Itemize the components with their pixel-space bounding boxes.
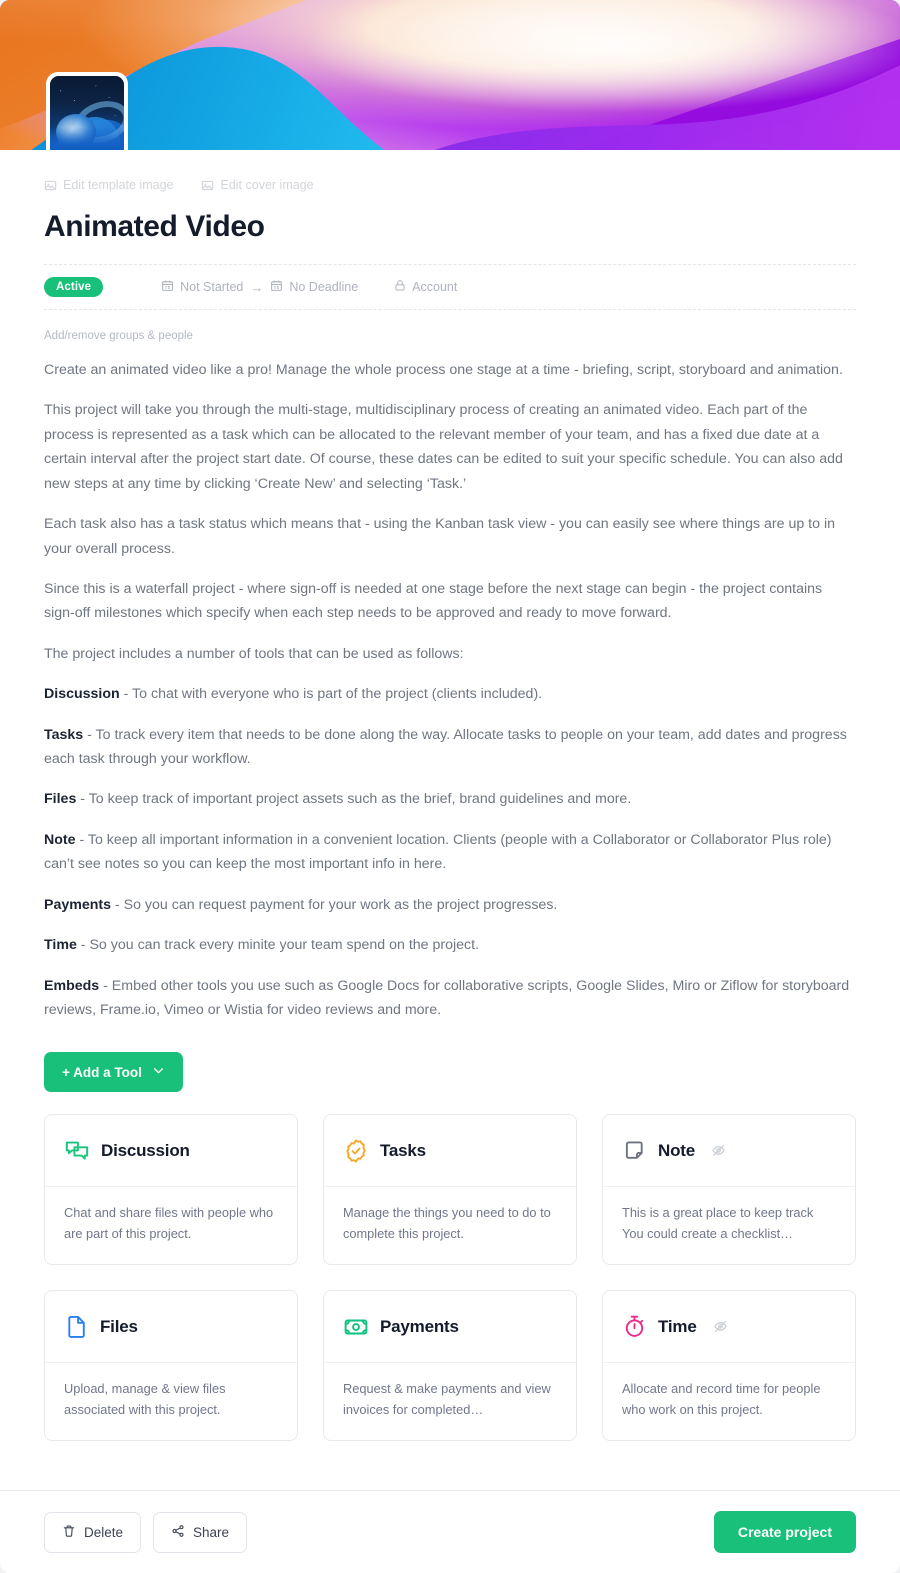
tool-card-header: Files: [45, 1291, 297, 1364]
add-a-tool-label: + Add a Tool: [62, 1064, 142, 1080]
share-button[interactable]: Share: [153, 1511, 248, 1553]
description-paragraph: Discussion - To chat with everyone who i…: [44, 686, 543, 703]
thumb-bottom-fade: [50, 126, 124, 150]
check-badge-icon: [343, 1138, 369, 1164]
sticky-note-icon: [622, 1138, 647, 1163]
chat-bubbles-icon: [64, 1138, 90, 1164]
lock-icon: [394, 279, 406, 295]
date-range-group[interactable]: Not Started → No Deadline: [161, 279, 358, 295]
paragraph-lead: Payments: [44, 896, 112, 913]
start-date-item[interactable]: Not Started: [161, 279, 243, 295]
edit-cover-image-link[interactable]: Edit cover image: [201, 178, 314, 192]
deadline-label: No Deadline: [289, 280, 359, 294]
add-a-tool-button[interactable]: + Add a Tool: [44, 1052, 183, 1093]
description-paragraph: Payments - So you can request payment fo…: [44, 896, 558, 913]
banknote-icon: [343, 1314, 369, 1340]
tool-cards-grid: Discussion Chat and share files with peop…: [44, 1114, 856, 1442]
description-paragraph: This project will take you through the m…: [44, 402, 843, 492]
page-title: Animated Video: [44, 210, 265, 243]
deadline-item[interactable]: No Deadline: [270, 279, 358, 295]
eye-off-icon[interactable]: [713, 1319, 728, 1334]
tool-card[interactable]: Note This is a great place to keep track…: [602, 1114, 856, 1266]
cover-top-fade: [0, 0, 900, 150]
template-thumbnail-image: [50, 76, 124, 150]
chevron-down-icon: [152, 1064, 165, 1080]
eye-off-icon[interactable]: [711, 1143, 726, 1158]
description-paragraph: Note - To keep all important information…: [44, 831, 832, 873]
delete-button[interactable]: Delete: [44, 1511, 142, 1553]
project-description: Create an animated video like a pro! Man…: [44, 358, 856, 1022]
paragraph-lead: Note: [44, 831, 76, 848]
edit-template-image-link[interactable]: Edit template image: [44, 178, 173, 192]
paragraph-lead: Discussion: [44, 686, 120, 703]
paragraph-lead: Files: [44, 791, 77, 808]
share-nodes-icon: [171, 1524, 185, 1541]
tool-card-title: Time: [658, 1316, 697, 1336]
tool-card[interactable]: Time Allocate and record time for people…: [602, 1290, 856, 1442]
tool-card-title: Note: [658, 1140, 695, 1160]
tool-card-title: Tasks: [380, 1140, 426, 1160]
edit-cover-image-label: Edit cover image: [220, 178, 314, 192]
tool-card-header: Tasks: [324, 1115, 576, 1188]
share-label: Share: [193, 1524, 230, 1540]
tool-card-header: Note: [603, 1115, 855, 1188]
paragraph-lead: Tasks: [44, 726, 84, 743]
page-content: Edit template image Edit cover image Ani…: [0, 150, 900, 1490]
tool-card-description: Allocate and record time for people who …: [622, 1381, 821, 1417]
tool-card-description: Manage the things you need to do to comp…: [343, 1205, 551, 1241]
create-project-button[interactable]: Create project: [713, 1511, 856, 1553]
status-badge[interactable]: Active: [44, 277, 104, 297]
tool-card-description: Request & make payments and view invoice…: [343, 1381, 551, 1417]
tool-card-description: Chat and share files with people who are…: [64, 1205, 274, 1241]
description-paragraph: Embeds - Embed other tools you use such …: [44, 977, 850, 1019]
tool-card[interactable]: Files Upload, manage & view files associa…: [44, 1290, 298, 1442]
visibility-label: Account: [412, 280, 458, 294]
add-remove-groups-people-link[interactable]: Add/remove groups & people: [44, 330, 856, 342]
calendar-icon: [161, 279, 174, 295]
description-paragraph: Each task also has a task status which m…: [44, 516, 835, 557]
footer-action-bar: Delete Share Create project: [0, 1490, 900, 1573]
tool-card-header: Time: [603, 1291, 855, 1364]
tool-card-title: Files: [100, 1316, 138, 1336]
tool-card-description: Upload, manage & view files associated w…: [64, 1381, 226, 1417]
tool-card-description: This is a great place to keep track You …: [622, 1205, 814, 1241]
start-date-label: Not Started: [180, 280, 244, 294]
template-thumbnail[interactable]: [46, 72, 128, 150]
edit-image-links: Edit template image Edit cover image: [44, 150, 856, 192]
edit-template-image-label: Edit template image: [63, 178, 174, 192]
tool-card-header: Payments: [324, 1291, 576, 1364]
description-paragraph: Since this is a waterfall project - wher…: [44, 580, 823, 622]
trash-icon: [62, 1524, 76, 1541]
description-paragraph: The project includes a number of tools t…: [44, 645, 464, 662]
image-icon: [201, 179, 214, 192]
image-icon: [44, 179, 57, 192]
visibility-item[interactable]: Account: [394, 279, 457, 295]
visibility-group[interactable]: Account: [394, 279, 457, 295]
description-paragraph: Create an animated video like a pro! Man…: [44, 362, 843, 378]
paragraph-lead: Embeds: [44, 977, 100, 994]
project-meta-row: Active Not Started → No Deadline Account: [44, 264, 856, 310]
tool-card[interactable]: Tasks Manage the things you need to do to…: [323, 1114, 577, 1266]
tool-card[interactable]: Payments Request & make payments and view…: [323, 1290, 577, 1442]
description-paragraph: Time - So you can track every minite you…: [44, 937, 480, 954]
description-paragraph: Tasks - To track every item that needs t…: [44, 726, 847, 768]
tool-card-title: Discussion: [101, 1140, 190, 1160]
project-template-page: Edit template image Edit cover image Ani…: [0, 0, 900, 1573]
paragraph-lead: Time: [44, 937, 77, 954]
tool-card-header: Discussion: [45, 1115, 297, 1188]
stopwatch-icon: [622, 1314, 647, 1339]
tool-card-title: Payments: [380, 1316, 459, 1336]
document-icon: [64, 1314, 89, 1339]
delete-label: Delete: [84, 1524, 124, 1540]
tool-card[interactable]: Discussion Chat and share files with peop…: [44, 1114, 298, 1266]
date-arrow-icon: →: [250, 279, 264, 295]
cover-image[interactable]: [0, 0, 900, 150]
description-paragraph: Files - To keep track of important proje…: [44, 791, 632, 808]
calendar-icon: [270, 279, 283, 295]
